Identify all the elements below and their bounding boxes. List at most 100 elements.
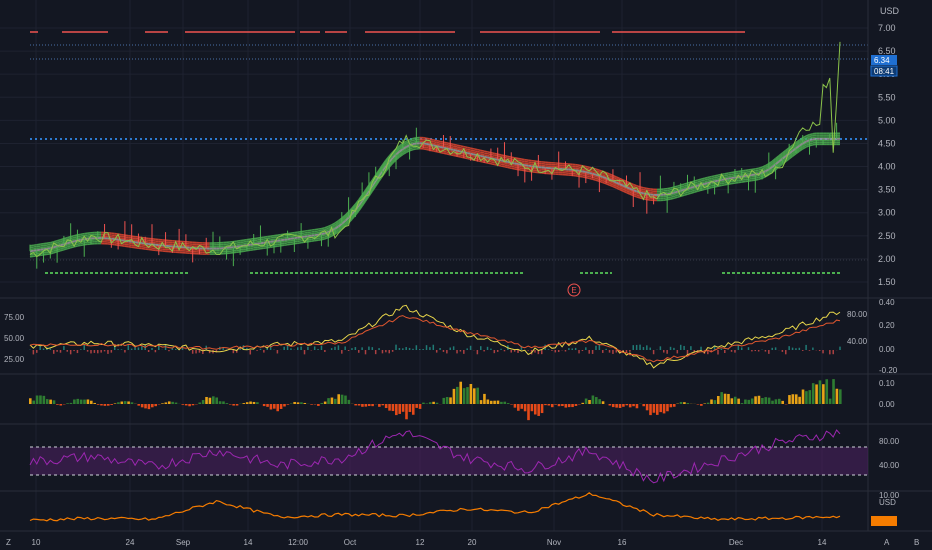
histogram-bar	[86, 399, 90, 404]
histogram-bar	[628, 404, 632, 408]
ribbon-seg	[290, 241, 295, 244]
ribbon-seg	[504, 162, 509, 165]
histogram-bar	[442, 397, 446, 404]
ribbon-seg	[697, 189, 702, 192]
ribbon-seg	[497, 153, 502, 156]
histogram-bar	[384, 404, 388, 409]
ribbon-seg	[467, 150, 471, 153]
ribbon-seg	[67, 243, 71, 246]
ribbon-seg	[487, 151, 492, 154]
ribbon-seg	[311, 228, 315, 231]
histogram-bar	[79, 399, 83, 404]
ribbon-seg	[500, 163, 505, 166]
ribbon-seg	[500, 154, 505, 157]
ribbon-seg	[524, 162, 529, 165]
ribbon-seg	[290, 242, 295, 246]
currency-label: USD	[880, 6, 900, 16]
ribbon-seg	[56, 240, 61, 244]
histogram-bar	[523, 404, 527, 412]
ribbon-seg	[53, 245, 58, 249]
ribbon-seg	[487, 156, 492, 160]
ribbon-seg	[741, 171, 746, 174]
ribbon-seg	[490, 161, 495, 164]
histogram-bar	[794, 394, 798, 404]
timezone-button[interactable]: Z	[6, 538, 11, 547]
ribbon-seg	[422, 146, 427, 149]
ribbon-seg	[724, 183, 729, 186]
histogram-bar	[310, 404, 313, 405]
ribbon-seg	[270, 242, 275, 245]
histogram-bar	[727, 393, 730, 404]
histogram-bar	[181, 404, 185, 405]
ribbon-seg	[592, 174, 597, 178]
ribbon-seg	[29, 249, 34, 253]
ribbon-seg	[453, 145, 458, 148]
ribbon-seg	[317, 229, 322, 232]
ribbon-seg	[500, 161, 505, 164]
ribbon-seg	[690, 191, 695, 194]
histogram-bar	[537, 404, 540, 416]
histogram-bar	[327, 398, 330, 404]
chart-canvas[interactable]: E USD 7.006.506.005.505.004.504.003.503.…	[0, 0, 932, 550]
ribbon-seg	[422, 148, 427, 151]
ribbon-seg	[73, 236, 78, 239]
histogram-bar	[832, 379, 835, 404]
histogram-bar	[256, 402, 259, 404]
ribbon-seg	[433, 140, 437, 144]
histogram-bar	[479, 400, 483, 404]
histogram-bar	[767, 397, 771, 404]
histogram-bar	[222, 401, 225, 404]
ribbon-seg	[470, 149, 475, 152]
histogram-bar	[527, 404, 530, 421]
ribbon-seg	[46, 241, 51, 245]
ribbon-seg	[592, 171, 597, 174]
ribbon-seg	[297, 241, 302, 245]
ribbon-seg	[53, 247, 58, 250]
ribbon-seg	[256, 246, 261, 249]
histogram-bar	[378, 404, 381, 407]
histogram-bar	[367, 404, 371, 407]
rsi-tick-1: 80.00	[879, 437, 900, 446]
histogram-bar	[273, 404, 276, 409]
ribbon-seg	[260, 236, 264, 239]
ribbon-seg	[460, 156, 464, 159]
ribbon-seg	[521, 160, 525, 163]
histogram-bar	[154, 404, 157, 407]
histogram-bar	[554, 404, 557, 405]
ribbon-seg	[734, 181, 739, 184]
ribbon-seg	[36, 243, 41, 246]
ribbon-seg	[284, 242, 288, 245]
ribbon-seg	[582, 174, 586, 177]
ribbon-seg	[524, 158, 529, 161]
ribbon-seg	[599, 180, 604, 184]
ribbon-seg	[704, 176, 709, 180]
ribbon-seg	[128, 236, 132, 239]
ribbon-seg	[755, 178, 759, 181]
ribbon-seg	[588, 171, 593, 175]
ribbon-seg	[711, 182, 715, 185]
ribbon-seg	[43, 253, 48, 256]
histogram-bar	[811, 383, 815, 404]
histogram-bar	[245, 402, 249, 404]
histogram-bar	[591, 395, 595, 404]
time-label-6: 12	[416, 538, 425, 547]
ribbon-seg	[439, 140, 444, 143]
ribbon-seg	[412, 138, 417, 142]
histogram-bar	[489, 400, 493, 404]
ribbon-seg	[494, 156, 498, 159]
ribbon-seg	[694, 190, 698, 193]
ribbon-seg	[29, 255, 34, 258]
log-scale-button[interactable]: B	[914, 538, 919, 547]
ribbon-seg	[639, 187, 644, 191]
auto-scale-button[interactable]: A	[884, 538, 890, 547]
ribbon-seg	[128, 245, 132, 248]
histogram-bar	[710, 399, 713, 404]
ribbon-seg	[694, 181, 698, 184]
histogram-bar	[730, 398, 734, 404]
ribbon-seg	[453, 147, 458, 150]
ribbon-seg	[240, 241, 244, 244]
histogram-bar	[381, 404, 385, 406]
ribbon-seg	[40, 244, 44, 247]
ribbon-seg	[524, 169, 529, 173]
ribbon-seg	[639, 189, 644, 193]
